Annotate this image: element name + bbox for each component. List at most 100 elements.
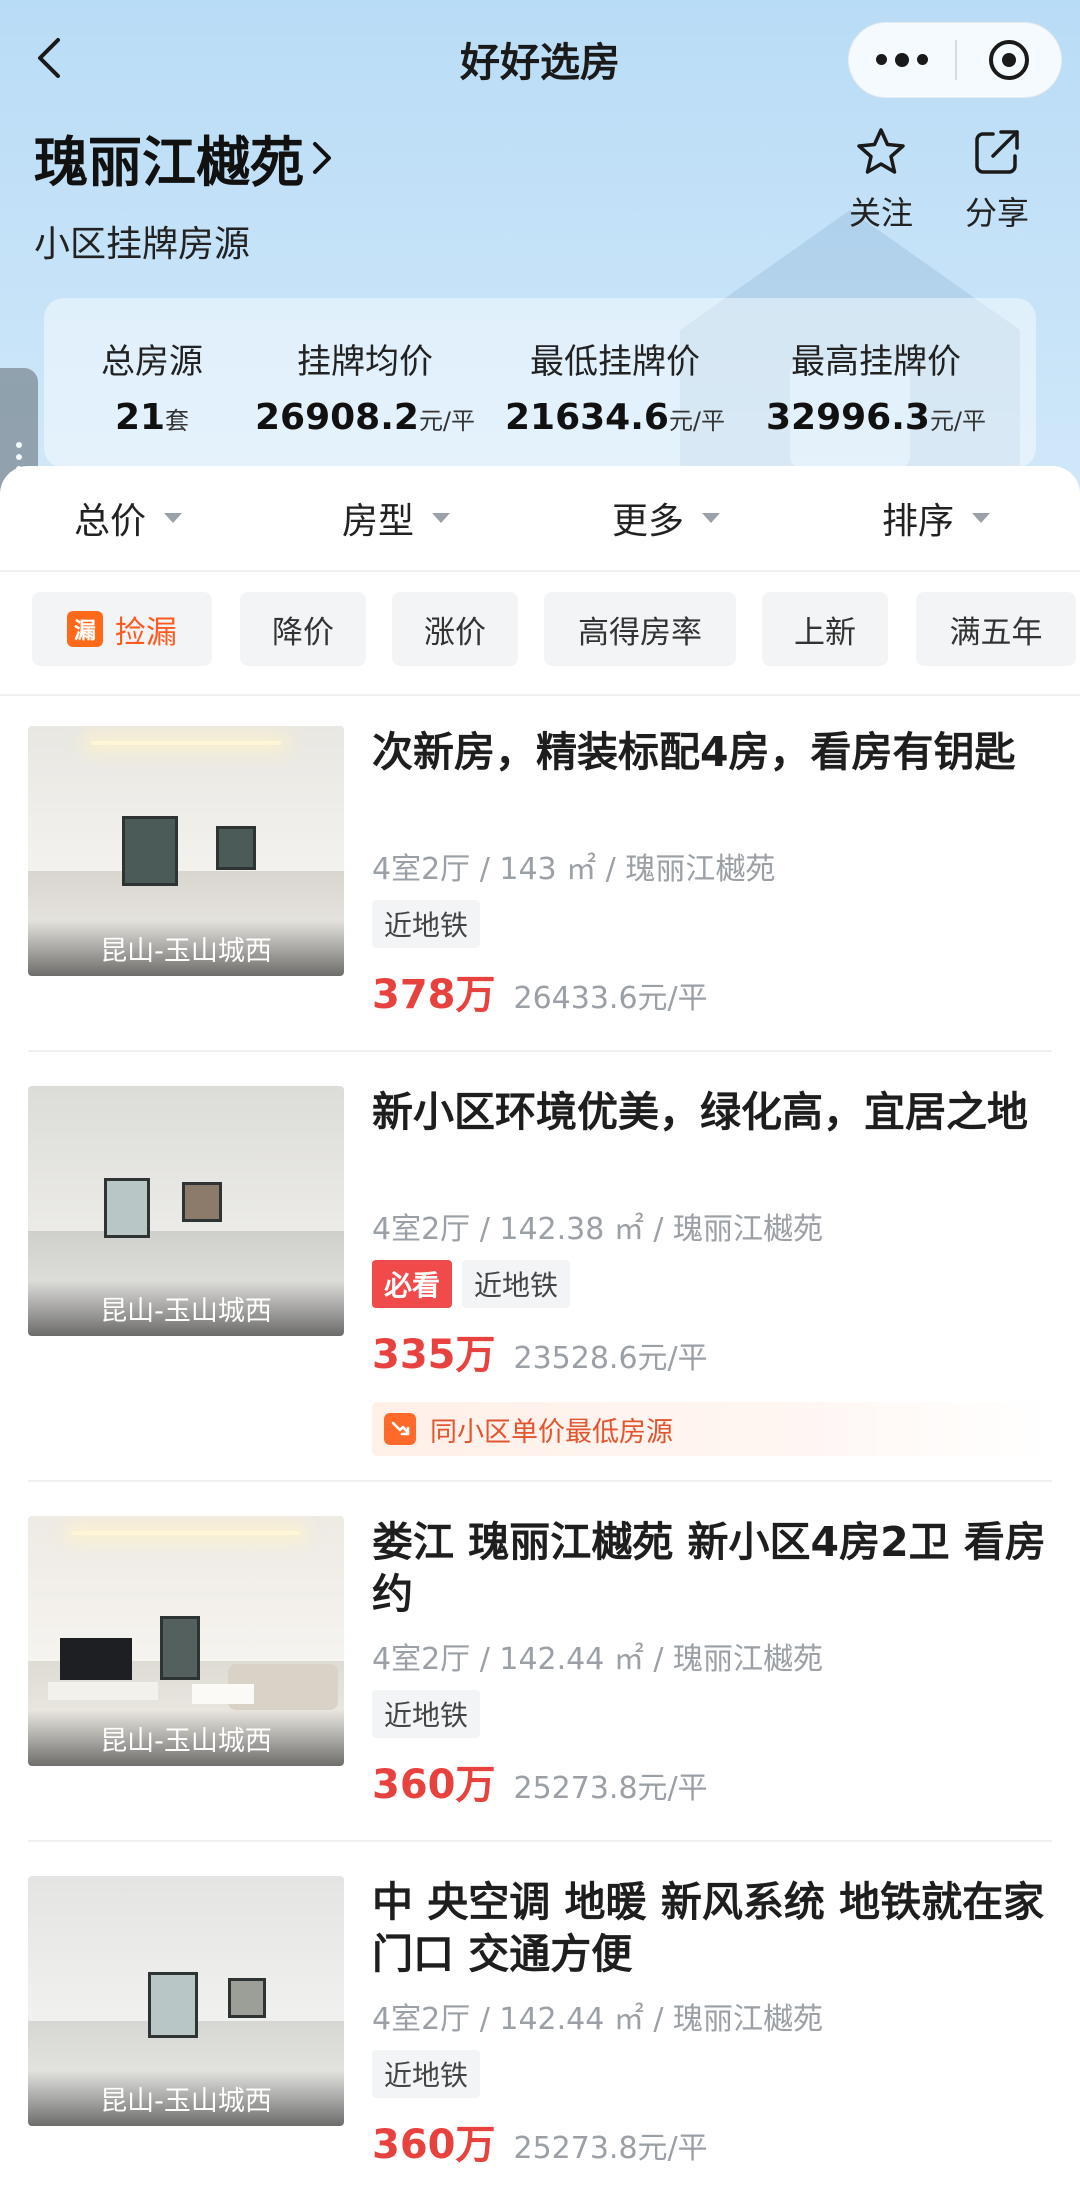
stat-total-listings: 总房源 21套 bbox=[72, 334, 232, 438]
listing-divider bbox=[28, 1480, 1052, 1482]
quick-filter-chips: 漏 捡漏 降价 涨价 高得房率 上新 满五年 bbox=[0, 592, 1080, 668]
listing-tags: 近地铁 bbox=[372, 900, 481, 948]
lowest-price-hint: 同小区单价最低房源 bbox=[372, 1402, 1052, 1456]
filter-layout[interactable]: 房型 bbox=[342, 492, 451, 544]
more-dots-icon bbox=[876, 52, 928, 67]
listing-photo: 昆山-玉山城西 bbox=[28, 726, 344, 976]
listing-meta: 4室2厅 / 142.44 ㎡ / 瑰丽江樾苑 bbox=[372, 1642, 824, 1677]
stat-label: 最低挂牌价 bbox=[530, 342, 700, 382]
tag-must-see: 必看 bbox=[372, 1260, 453, 1308]
community-subtitle: 小区挂牌房源 bbox=[34, 224, 251, 265]
stat-label: 挂牌均价 bbox=[297, 342, 433, 382]
bargain-icon: 漏 bbox=[67, 611, 103, 647]
listing-meta: 4室2厅 / 142.44 ㎡ / 瑰丽江樾苑 bbox=[372, 2002, 824, 2037]
stat-value: 21 bbox=[114, 397, 166, 438]
listing-title: 新小区环境优美，绿化高，宜居之地 bbox=[372, 1088, 1028, 1136]
filter-sort[interactable]: 排序 bbox=[882, 492, 991, 544]
listing-photo: 昆山-玉山城西 bbox=[28, 1876, 344, 2126]
hint-text: 同小区单价最低房源 bbox=[430, 1416, 673, 1448]
stat-value: 32996.3 bbox=[765, 397, 930, 438]
chip-high-efficiency[interactable]: 高得房率 bbox=[544, 592, 736, 666]
tag-near-metro: 近地铁 bbox=[462, 1260, 571, 1308]
stat-label: 总房源 bbox=[101, 342, 203, 382]
filter-divider bbox=[0, 570, 1080, 572]
listing-meta: 4室2厅 / 142.38 ㎡ / 瑰丽江樾苑 bbox=[372, 1212, 824, 1247]
listing-title: 娄江 瑰丽江樾苑 新小区4房2卫 看房约 bbox=[372, 1518, 1046, 1618]
unit-price: 25273.8元/平 bbox=[513, 1771, 708, 1806]
listing-price: 335万 23528.6元/平 bbox=[372, 1322, 708, 1380]
more-button[interactable] bbox=[849, 22, 955, 98]
unit-price: 25273.8元/平 bbox=[513, 2131, 708, 2166]
stat-label: 最高挂牌价 bbox=[791, 342, 961, 382]
unit-price: 26433.6元/平 bbox=[513, 981, 708, 1016]
listing-divider bbox=[28, 1840, 1052, 1842]
stat-unit: 元/平 bbox=[929, 407, 987, 435]
listing-price: 378万 26433.6元/平 bbox=[372, 962, 708, 1020]
chevron-right-icon bbox=[313, 141, 331, 174]
share-button[interactable]: 分享 bbox=[952, 126, 1042, 234]
community-name-link[interactable]: 瑰丽江樾苑 bbox=[34, 118, 334, 197]
chip-new[interactable]: 上新 bbox=[762, 592, 888, 666]
chips-divider bbox=[0, 694, 1080, 696]
listing-location: 昆山-玉山城西 bbox=[28, 2070, 344, 2126]
chip-label: 涨价 bbox=[424, 614, 486, 651]
tag-near-metro: 近地铁 bbox=[372, 2050, 481, 2098]
listing-stats-card: 总房源 21套 挂牌均价 26908.2元/平 最低挂牌价 21634.6元/平… bbox=[44, 298, 1036, 468]
share-label: 分享 bbox=[964, 194, 1029, 232]
listing-price: 360万 25273.8元/平 bbox=[372, 2112, 708, 2170]
stat-average-price: 挂牌均价 26908.2元/平 bbox=[240, 334, 490, 438]
star-icon bbox=[857, 128, 905, 174]
unit-price: 23528.6元/平 bbox=[513, 1341, 708, 1376]
stat-highest-price: 最高挂牌价 32996.3元/平 bbox=[740, 334, 1012, 438]
stat-unit: 元/平 bbox=[668, 407, 726, 435]
chip-label: 降价 bbox=[272, 614, 334, 651]
chip-bargain[interactable]: 漏 捡漏 bbox=[32, 592, 212, 666]
listing-location: 昆山-玉山城西 bbox=[28, 1710, 344, 1766]
listings-panel: 总价 房型 更多 排序 漏 捡漏 降价 涨价 高得房率 上新 满五年 昆山-玉山… bbox=[0, 466, 1080, 2210]
trend-down-icon bbox=[384, 1413, 416, 1445]
target-circle-icon bbox=[988, 40, 1029, 80]
top-navigation-bar: 好好选房 bbox=[0, 0, 1080, 120]
listing-location: 昆山-玉山城西 bbox=[28, 1280, 344, 1336]
caret-down-icon bbox=[972, 513, 991, 523]
listing-tags: 必看 近地铁 bbox=[372, 1260, 571, 1308]
filter-total-price[interactable]: 总价 bbox=[74, 492, 183, 544]
stat-value: 21634.6 bbox=[504, 397, 669, 438]
filter-more[interactable]: 更多 bbox=[612, 492, 721, 544]
chip-label: 满五年 bbox=[949, 614, 1043, 651]
chip-five-years[interactable]: 满五年 bbox=[916, 592, 1076, 666]
caret-down-icon bbox=[432, 513, 451, 523]
stat-unit: 套 bbox=[165, 407, 190, 435]
listing-photo: 昆山-玉山城西 bbox=[28, 1086, 344, 1336]
filter-label: 排序 bbox=[882, 501, 955, 542]
chip-label: 捡漏 bbox=[115, 614, 177, 651]
listing-title: 次新房，精装标配4房，看房有钥匙 bbox=[372, 728, 1016, 776]
total-price: 335万 bbox=[372, 1332, 496, 1378]
miniprogram-capsule bbox=[848, 22, 1062, 98]
follow-label: 关注 bbox=[848, 194, 913, 232]
chip-label: 上新 bbox=[794, 614, 856, 651]
stat-unit: 元/平 bbox=[418, 407, 476, 435]
tag-near-metro: 近地铁 bbox=[372, 900, 481, 948]
follow-button[interactable]: 关注 bbox=[836, 126, 926, 234]
chip-label: 高得房率 bbox=[578, 614, 702, 651]
community-header: 瑰丽江樾苑 小区挂牌房源 bbox=[34, 118, 334, 267]
filter-label: 更多 bbox=[612, 501, 685, 542]
total-price: 378万 bbox=[372, 972, 496, 1018]
filter-label: 房型 bbox=[342, 501, 415, 542]
listing-meta: 4室2厅 / 143 ㎡ / 瑰丽江樾苑 bbox=[372, 852, 776, 887]
chip-price-drop[interactable]: 降价 bbox=[240, 592, 366, 666]
community-name: 瑰丽江樾苑 bbox=[34, 131, 304, 194]
total-price: 360万 bbox=[372, 2122, 496, 2168]
listing-tags: 近地铁 bbox=[372, 2050, 481, 2098]
listing-tags: 近地铁 bbox=[372, 1690, 481, 1738]
filter-bar: 总价 房型 更多 排序 bbox=[0, 466, 1080, 570]
stat-value: 26908.2 bbox=[254, 397, 419, 438]
filter-label: 总价 bbox=[74, 501, 147, 542]
tv-shape bbox=[60, 1638, 132, 1680]
listing-divider bbox=[28, 1050, 1052, 1052]
close-miniprogram-button[interactable] bbox=[957, 22, 1061, 98]
listing-title: 中 央空调 地暖 新风系统 地铁就在家门口 交通方便 bbox=[372, 1878, 1045, 1978]
chip-price-rise[interactable]: 涨价 bbox=[392, 592, 518, 666]
listing-price: 360万 25273.8元/平 bbox=[372, 1752, 708, 1810]
